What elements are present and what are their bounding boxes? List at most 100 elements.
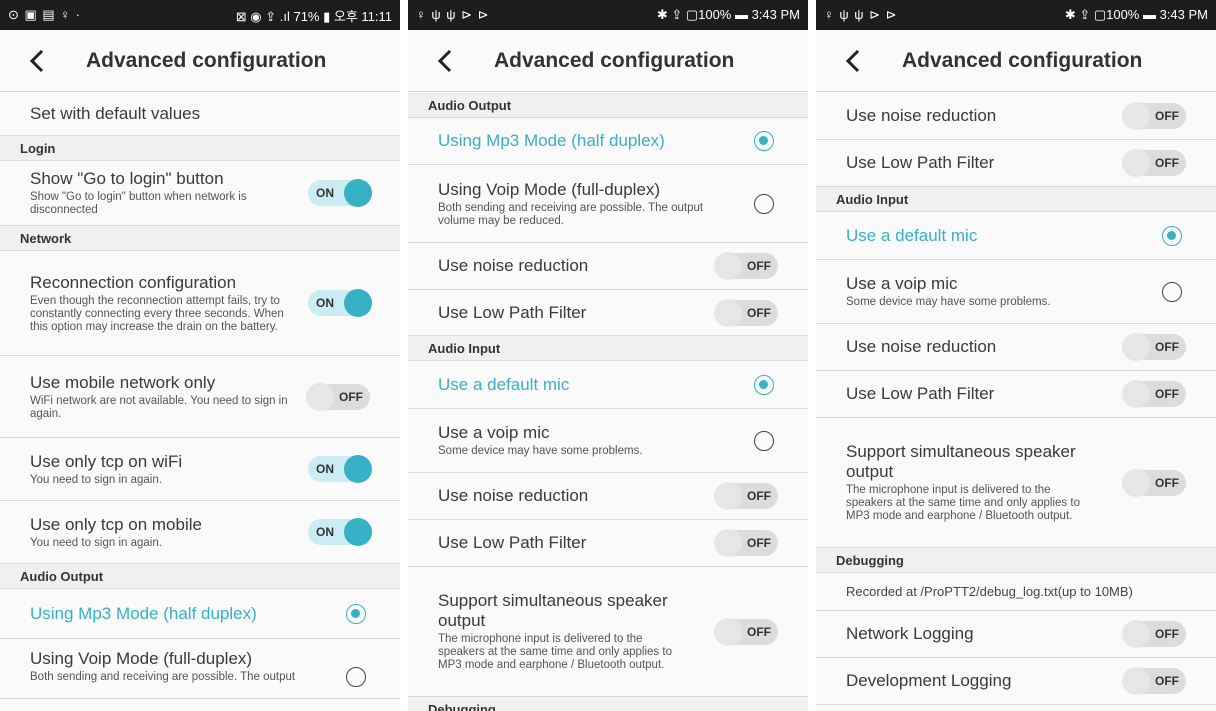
- default-mic-radio[interactable]: [1162, 225, 1182, 246]
- toggle-label: OFF: [1155, 475, 1179, 490]
- toggle-label: ON: [316, 296, 334, 310]
- status-right-info: ✱ ⇪ ▢100% ▬ 3:43 PM: [657, 7, 800, 23]
- tcp-mobile-row[interactable]: Use only tcp on mobile You need to sign i…: [0, 501, 400, 564]
- voip-mode-title: Using Voip Mode (full-duplex): [438, 179, 661, 199]
- toggle-knob: [344, 455, 372, 483]
- page-title: Advanced configuration: [902, 49, 1143, 72]
- noise-reduction-toggle[interactable]: OFF: [1122, 333, 1186, 361]
- simultaneous-speaker-row[interactable]: Support simultaneous speaker output The m…: [408, 567, 808, 697]
- low-path-filter-row[interactable]: Use Low Path Filter OFF: [816, 371, 1216, 418]
- default-mic-radio[interactable]: [754, 374, 774, 395]
- mp3-mode-title: Using Mp3 Mode (half duplex): [438, 131, 665, 150]
- noise-reduction-toggle[interactable]: OFF: [1122, 102, 1186, 130]
- simultaneous-speaker-toggle[interactable]: OFF: [1122, 468, 1186, 497]
- low-path-filter-row[interactable]: Use Low Path Filter OFF: [408, 290, 808, 336]
- back-arrow-icon[interactable]: [838, 46, 868, 76]
- simultaneous-speaker-row[interactable]: Support simultaneous speaker output The m…: [816, 418, 1216, 548]
- voip-mic-radio[interactable]: [1162, 281, 1182, 302]
- settings-list[interactable]: Audio Output Using Mp3 Mode (half duplex…: [408, 93, 808, 711]
- tcp-mobile-sub: You need to sign in again.: [30, 536, 162, 549]
- voip-mic-row[interactable]: Use a voip mic Some device may have some …: [408, 409, 808, 473]
- low-path-filter-toggle[interactable]: OFF: [1122, 149, 1186, 177]
- screen-2: ♀ ψ ψ ⊳ ⊳ ✱ ⇪ ▢100% ▬ 3:43 PM Advanced c…: [408, 0, 808, 711]
- tcp-wifi-title: Use only tcp on wiFi: [30, 451, 183, 471]
- goto-login-toggle[interactable]: ON: [308, 179, 372, 207]
- app-bar: Advanced configuration: [408, 30, 808, 92]
- low-path-filter-toggle[interactable]: OFF: [714, 298, 778, 327]
- voip-mode-radio[interactable]: [346, 667, 366, 687]
- status-right-text: ✱ ⇪ ▢100% ▬ 3:43 PM: [656, 7, 800, 22]
- section-audio-output: Audio Output: [0, 564, 400, 589]
- mp3-mode-title: Using Mp3 Mode (half duplex): [30, 603, 257, 623]
- debug-path-text: Recorded at /ProPTT2/debug_log.txt(up to…: [846, 584, 1133, 599]
- default-values-label: Set with default values: [30, 104, 201, 123]
- mp3-mode-row[interactable]: Using Mp3 Mode (half duplex): [408, 118, 808, 165]
- voip-mode-radio[interactable]: [754, 193, 774, 214]
- goto-login-title: Show "Go to login" button: [30, 169, 224, 188]
- page-title: Advanced configuration: [86, 49, 327, 72]
- settings-list[interactable]: Set with default values Login Show "Go t…: [0, 93, 400, 711]
- status-bar: ♀ ψ ψ ⊳ ⊳ ✱ ⇪ ▢100% ▬ 3:43 PM: [816, 0, 1216, 30]
- section-debugging: Debugging: [816, 548, 1216, 573]
- reconnect-toggle[interactable]: ON: [308, 289, 372, 317]
- section-network: Network: [0, 226, 400, 251]
- default-mic-row[interactable]: Use a default mic: [408, 361, 808, 409]
- mobile-only-row[interactable]: Use mobile network only WiFi network are …: [0, 356, 400, 438]
- default-values-item[interactable]: Set with default values: [0, 93, 400, 136]
- network-logging-toggle[interactable]: OFF: [1122, 620, 1186, 648]
- noise-reduction-row[interactable]: Use noise reduction OFF: [408, 473, 808, 520]
- app-bar: Advanced configuration: [816, 30, 1216, 92]
- noise-reduction-toggle[interactable]: OFF: [714, 482, 778, 510]
- noise-reduction-toggle[interactable]: OFF: [714, 252, 778, 280]
- mp3-mode-radio[interactable]: [346, 603, 366, 624]
- mp3-mode-radio[interactable]: [754, 131, 774, 151]
- network-logging-row[interactable]: Network Logging OFF: [816, 611, 1216, 658]
- tcp-mobile-title: Use only tcp on mobile: [30, 514, 202, 534]
- toggle-knob: [714, 529, 742, 557]
- tcp-mobile-toggle[interactable]: ON: [308, 518, 372, 546]
- section-debugging: Debugging: [408, 697, 808, 711]
- status-right-info: ⊠ ◉ ⇪ .ıl 71% ▮ 오후 11:11: [235, 8, 392, 24]
- status-right-info: ✱ ⇪ ▢100% ▬ 3:43 PM: [1064, 7, 1208, 22]
- toggle-label: OFF: [1155, 627, 1179, 641]
- low-path-filter-title: Use Low Path Filter: [438, 533, 587, 552]
- status-left-icons: ⊙ ▣ ▤ ♀ ·: [8, 7, 81, 22]
- toggle-label: OFF: [1155, 109, 1179, 123]
- goto-login-row[interactable]: Show "Go to login" button Show "Go to log…: [0, 161, 400, 226]
- mp3-mode-row[interactable]: Using Mp3 Mode (half duplex): [0, 589, 400, 639]
- toggle-knob: [714, 482, 742, 510]
- toggle-knob: [1122, 149, 1150, 177]
- noise-reduction-row[interactable]: Use noise reduction OFF: [408, 243, 808, 290]
- simultaneous-speaker-title: Support simultaneous speaker output: [438, 591, 668, 630]
- tcp-wifi-toggle[interactable]: ON: [308, 455, 372, 483]
- toggle-label: OFF: [747, 259, 771, 273]
- voip-mic-row[interactable]: Use a voip mic Some device may have some …: [816, 260, 1216, 324]
- back-arrow-icon[interactable]: [430, 46, 460, 76]
- low-path-filter-toggle[interactable]: OFF: [1122, 380, 1186, 408]
- simultaneous-speaker-sub: The microphone input is delivered to the…: [438, 633, 672, 671]
- toggle-label: OFF: [747, 624, 771, 639]
- low-path-filter-toggle[interactable]: OFF: [714, 529, 778, 557]
- toggle-label: ON: [316, 462, 334, 476]
- mobile-only-toggle[interactable]: OFF: [306, 382, 370, 411]
- development-logging-row[interactable]: Development Logging OFF: [816, 658, 1216, 705]
- simultaneous-speaker-toggle[interactable]: OFF: [714, 617, 778, 646]
- voip-mode-title: Using Voip Mode (full-duplex): [30, 649, 253, 668]
- development-logging-toggle[interactable]: OFF: [1122, 667, 1186, 695]
- low-path-filter-row[interactable]: Use Low Path Filter OFF: [816, 140, 1216, 187]
- toggle-knob: [714, 252, 742, 280]
- network-logging-title: Network Logging: [846, 624, 974, 643]
- voip-mic-radio[interactable]: [754, 430, 774, 451]
- default-mic-row[interactable]: Use a default mic: [816, 212, 1216, 260]
- back-arrow-icon[interactable]: [22, 46, 52, 76]
- noise-reduction-row[interactable]: Use noise reduction OFF: [816, 324, 1216, 371]
- voip-mode-row[interactable]: Using Voip Mode (full-duplex) Both sendin…: [408, 165, 808, 243]
- noise-reduction-row[interactable]: Use noise reduction OFF: [816, 93, 1216, 140]
- reconnect-row[interactable]: Reconnection configuration Even though th…: [0, 251, 400, 356]
- tcp-wifi-row[interactable]: Use only tcp on wiFi You need to sign in …: [0, 438, 400, 501]
- voip-mode-row[interactable]: Using Voip Mode (full-duplex) Both sendin…: [0, 639, 400, 699]
- toggle-label: OFF: [1155, 674, 1179, 688]
- debug-path-info: Recorded at /ProPTT2/debug_log.txt(up to…: [816, 573, 1216, 611]
- low-path-filter-row[interactable]: Use Low Path Filter OFF: [408, 520, 808, 567]
- settings-list[interactable]: Use noise reduction OFF Use Low Path Fil…: [816, 93, 1216, 711]
